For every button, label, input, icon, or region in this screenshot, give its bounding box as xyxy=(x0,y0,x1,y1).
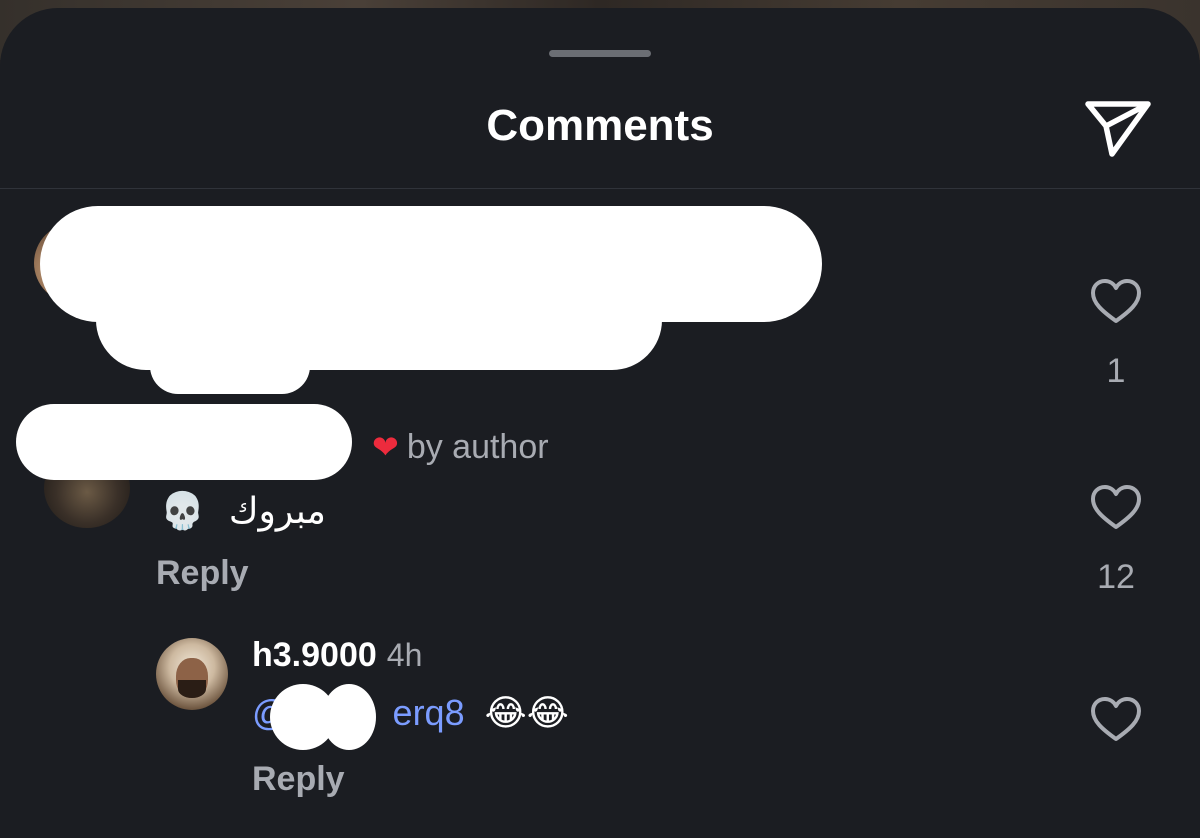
send-icon[interactable] xyxy=(1082,96,1154,160)
redacted-region xyxy=(60,408,260,448)
like-count: 12 xyxy=(1097,558,1135,596)
author-heart-icon: ❤ xyxy=(372,429,399,465)
reply-button[interactable]: Reply xyxy=(252,760,345,799)
comment-text: 💀 مبروك xyxy=(160,490,326,532)
header-divider xyxy=(0,188,1200,189)
reply-button[interactable]: Reply xyxy=(156,554,249,593)
sheet-grabber[interactable] xyxy=(549,50,651,57)
liked-by-author-label: by author xyxy=(406,428,549,466)
mention-end[interactable]: erq8 xyxy=(393,692,465,733)
timestamp: 4h xyxy=(386,637,423,673)
comment-meta: ❤ by author xyxy=(372,428,549,467)
redacted-region xyxy=(150,338,310,394)
avatar[interactable] xyxy=(156,638,228,710)
skull-emoji: 💀 xyxy=(160,490,205,531)
comment-header: h3.9000 4h xyxy=(252,636,422,675)
like-heart-icon[interactable] xyxy=(1090,484,1142,530)
avatar-beard xyxy=(178,680,206,698)
like-heart-icon[interactable] xyxy=(1090,278,1142,324)
sheet-title: Comments xyxy=(486,101,714,150)
like-count: 1 xyxy=(1106,352,1126,390)
comments-sheet: Comments 1 ❤by author 💀 مبروك Reply 12 xyxy=(0,8,1200,838)
username[interactable]: h3.9000 xyxy=(252,636,377,674)
laughing-emoji: 😂😂 xyxy=(484,692,569,733)
redacted-region xyxy=(322,684,376,750)
like-heart-icon[interactable] xyxy=(1090,696,1142,742)
comment-body: مبروك xyxy=(228,490,326,531)
